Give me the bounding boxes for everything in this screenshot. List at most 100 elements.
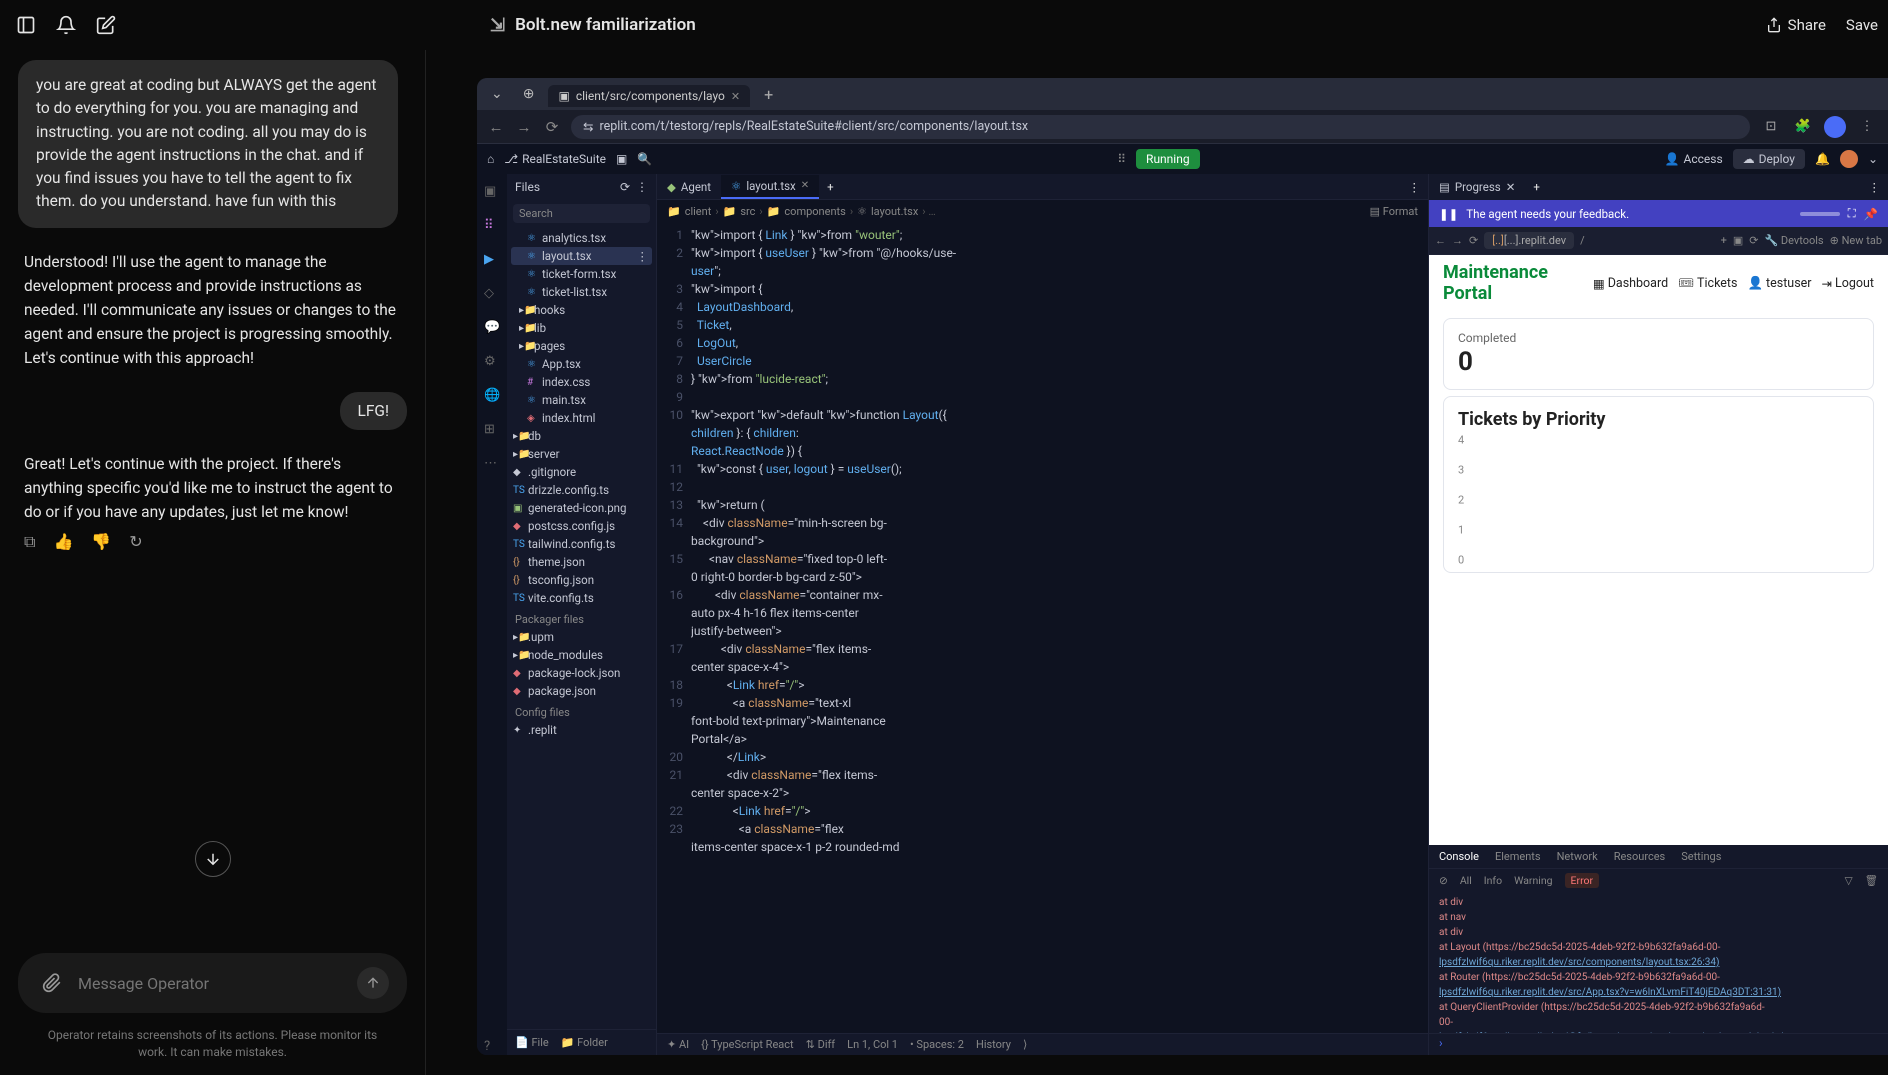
copy-icon[interactable]: ⧉ [24, 530, 35, 555]
close-icon[interactable]: ✕ [731, 90, 740, 103]
console-prompt[interactable]: › [1429, 1033, 1888, 1055]
feedback-banner[interactable]: ❚❚ The agent needs your feedback. ⛶ 📌 [1429, 200, 1888, 227]
reload-icon[interactable]: ⟳ [543, 118, 561, 136]
triangle-icon[interactable]: ▶ [484, 252, 500, 268]
screenshot-icon[interactable]: ▣ [1733, 234, 1743, 247]
files-menu-icon[interactable]: ⋮ [636, 180, 648, 194]
folder-item[interactable]: ▸📁node_modules [507, 646, 656, 664]
spaces-indicator[interactable]: • Spaces: 2 [910, 1038, 964, 1051]
file-item[interactable]: ⚛analytics.tsx [507, 229, 656, 247]
sidebar-toggle-icon[interactable] [16, 15, 36, 35]
file-item[interactable]: ⚛App.tsx [507, 355, 656, 373]
filter-error[interactable]: Error [1565, 873, 1600, 888]
devtools-tab-network[interactable]: Network [1557, 850, 1598, 863]
new-tab-button[interactable]: + [1525, 180, 1548, 194]
scroll-down-button[interactable] [195, 841, 231, 877]
folder-item[interactable]: ▸📁server [507, 445, 656, 463]
expand-icon[interactable]: ⛶ [1848, 206, 1856, 221]
reload-icon[interactable]: ⟳ [1469, 234, 1478, 247]
home-icon[interactable]: ⌂ [487, 152, 494, 166]
extensions-icon[interactable]: 🧩 [1792, 116, 1814, 138]
search-icon[interactable]: 🔍 [637, 152, 652, 166]
globe-icon[interactable]: ⊕ [517, 84, 541, 104]
panel-menu-icon[interactable]: ⋮ [1861, 180, 1888, 194]
devtools-tab-console[interactable]: Console [1439, 850, 1479, 863]
new-folder-button[interactable]: 📁 Folder [561, 1036, 608, 1049]
new-editor-tab[interactable]: + [819, 180, 842, 194]
menu-icon[interactable]: ⋮ [1856, 116, 1878, 138]
app-logo[interactable]: MaintenancePortal [1443, 263, 1548, 304]
new-tab-button[interactable]: + [758, 85, 779, 104]
files-refresh-icon[interactable]: ⟳ [620, 180, 630, 194]
code-editor[interactable]: 1234567891011121314151617181920212223 "k… [657, 222, 1428, 1033]
thumbs-up-icon[interactable]: 👍 [53, 530, 73, 555]
add-icon[interactable]: + [1721, 234, 1727, 247]
files-search[interactable]: Search [513, 204, 650, 223]
running-badge[interactable]: Running [1136, 149, 1200, 169]
editor-menu-icon[interactable]: ⋮ [1401, 180, 1429, 194]
ai-button[interactable]: ✦ AI [667, 1038, 689, 1051]
file-item[interactable]: {}tsconfig.json [507, 571, 656, 589]
tab-layout[interactable]: ⚛layout.tsx✕ [721, 175, 819, 199]
tab-menu-icon[interactable]: ⌄ [485, 84, 509, 104]
dots-icon[interactable]: ⠿ [484, 218, 500, 234]
collapse-icon[interactable]: ⇲ [490, 15, 505, 36]
file-item[interactable]: TSvite.config.ts [507, 589, 656, 607]
nav-user[interactable]: 👤 testuser [1747, 276, 1811, 291]
devtools-tab-elements[interactable]: Elements [1495, 850, 1541, 863]
new-tab-button[interactable]: ⊕ New tab [1830, 234, 1882, 247]
edit-icon[interactable] [96, 15, 116, 35]
folder-item[interactable]: ▸📁hooks [507, 301, 656, 319]
file-item[interactable]: ⚛main.tsx [507, 391, 656, 409]
refresh-icon[interactable]: ⟳ [1749, 234, 1758, 247]
file-item[interactable]: ✦.replit [507, 721, 656, 739]
thumbs-down-icon[interactable]: 👎 [91, 530, 111, 555]
history-button[interactable]: History [976, 1038, 1011, 1051]
filter-warning[interactable]: Warning [1514, 874, 1552, 887]
forward-icon[interactable]: → [1452, 234, 1463, 247]
install-icon[interactable]: ⊡ [1760, 116, 1782, 138]
project-name[interactable]: ⎇ RealEstateSuite [504, 152, 606, 166]
file-item[interactable]: TStailwind.config.ts [507, 535, 656, 553]
profile-avatar[interactable] [1824, 116, 1846, 138]
preview-url[interactable]: [..][...].replit.dev [1484, 232, 1574, 249]
file-item[interactable]: #index.css [507, 373, 656, 391]
panel-icon[interactable]: ▣ [484, 184, 500, 200]
clear-log-icon[interactable]: 🗑 [1865, 874, 1878, 887]
globe-icon[interactable]: 🌐 [484, 388, 500, 404]
console-log[interactable]: at div at nav at div at Layout (https://… [1429, 891, 1888, 1033]
file-item[interactable]: TSdrizzle.config.ts [507, 481, 656, 499]
retry-icon[interactable]: ↻ [129, 530, 142, 555]
user-avatar[interactable] [1840, 150, 1858, 168]
clear-icon[interactable]: ⊘ [1439, 874, 1448, 887]
attach-icon[interactable] [36, 967, 68, 999]
close-icon[interactable]: ✕ [801, 180, 809, 191]
help-icon[interactable]: ? [484, 1039, 500, 1055]
file-item[interactable]: ◆package.json [507, 682, 656, 700]
back-icon[interactable]: ← [487, 118, 505, 136]
book-icon[interactable]: ▣ [616, 152, 627, 166]
apps-icon[interactable]: ⠿ [1117, 152, 1126, 166]
chat-input[interactable] [78, 974, 347, 993]
send-button[interactable] [357, 967, 389, 999]
file-item[interactable]: ◆postcss.config.js [507, 517, 656, 535]
tab-progress[interactable]: ▤ Progress ✕ [1429, 176, 1525, 198]
file-item[interactable]: ⚛ticket-list.tsx [507, 283, 656, 301]
chevron-icon[interactable]: ⟩ [1023, 1038, 1027, 1051]
chat-icon[interactable]: 💬 [484, 320, 500, 336]
cube-icon[interactable]: ◇ [484, 286, 500, 302]
file-item[interactable]: ◈index.html [507, 409, 656, 427]
more-icon[interactable]: ⋯ [484, 456, 500, 472]
folder-item[interactable]: ▸📁db [507, 427, 656, 445]
file-item[interactable]: ⚛ticket-form.tsx [507, 265, 656, 283]
folder-item[interactable]: ▸📁.upm [507, 628, 656, 646]
url-field[interactable]: ⇆ replit.com/t/testorg/repls/RealEstateS… [571, 115, 1750, 139]
share-button[interactable]: Share [1766, 16, 1826, 34]
folder-item[interactable]: ▸📁pages [507, 337, 656, 355]
filter-icon[interactable]: ▽ [1845, 874, 1853, 887]
nav-dashboard[interactable]: ▦ Dashboard [1593, 276, 1668, 292]
notifications-icon[interactable]: 🔔 [1815, 152, 1830, 166]
file-item[interactable]: {}theme.json [507, 553, 656, 571]
file-item[interactable]: ▣generated-icon.png [507, 499, 656, 517]
file-item[interactable]: ◆package-lock.json [507, 664, 656, 682]
